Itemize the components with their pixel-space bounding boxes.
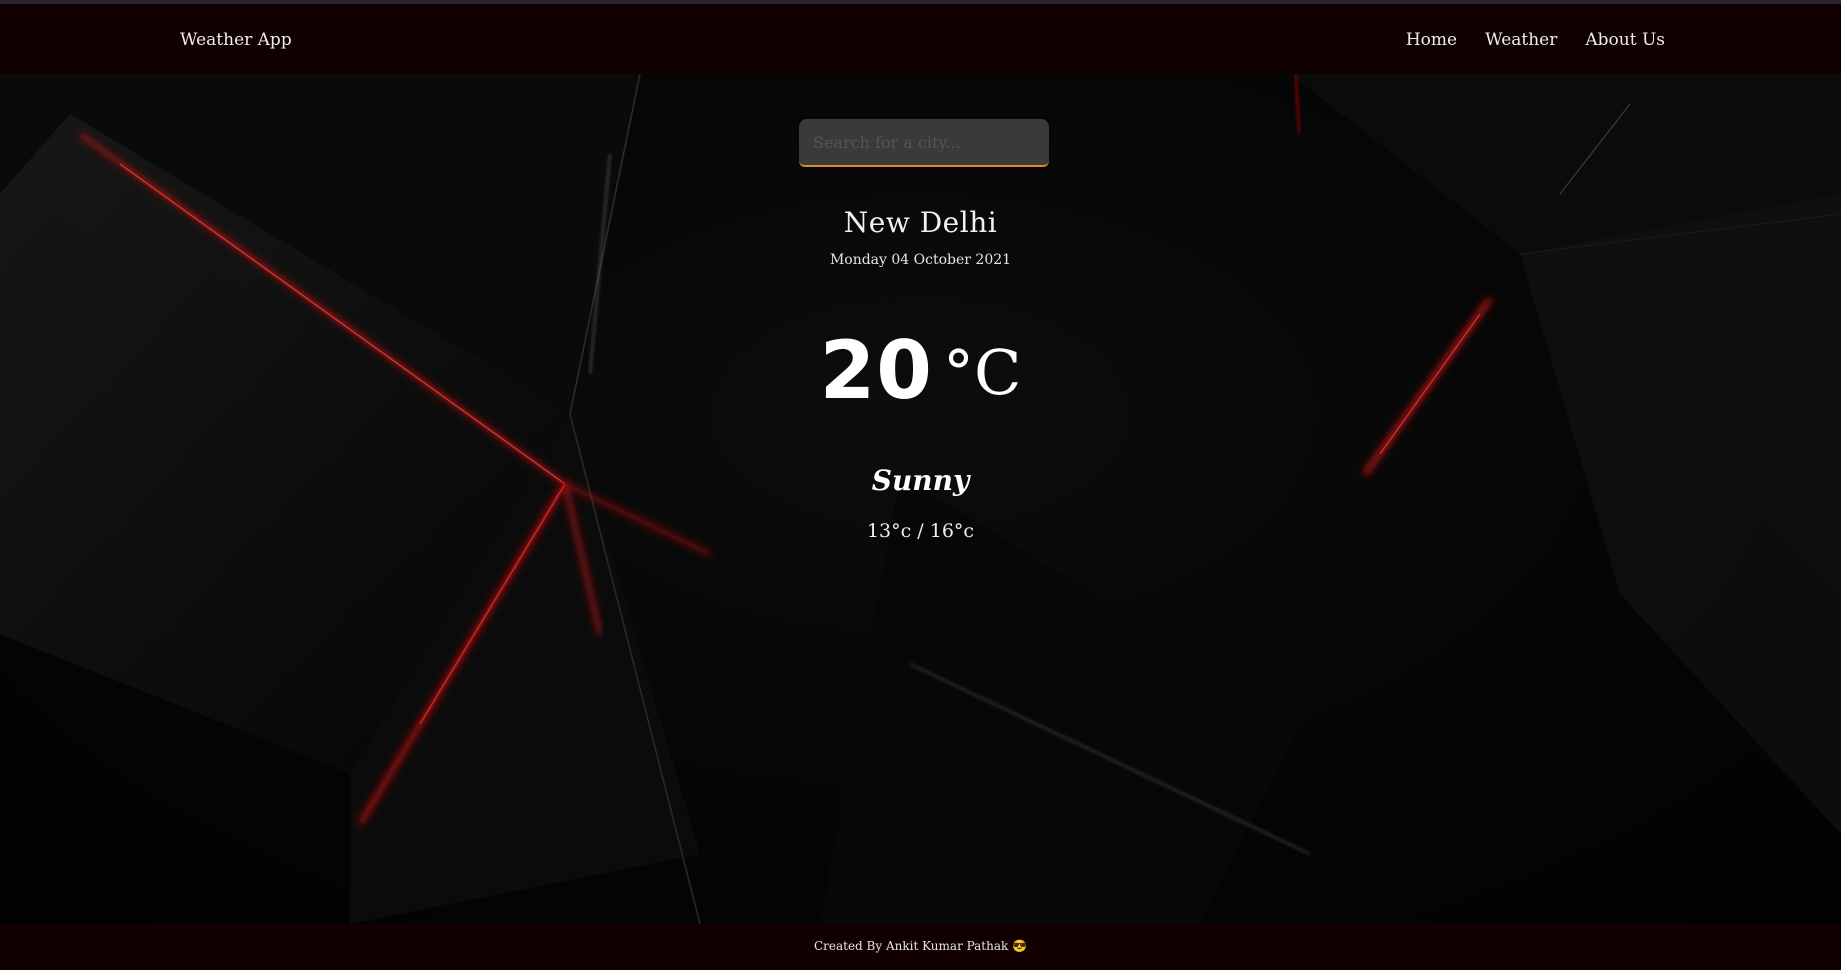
temperature-range: 13°c / 16°c (866, 520, 975, 542)
search-container (799, 119, 1049, 167)
temperature-value: 20 (819, 324, 933, 417)
city-name: New Delhi (843, 206, 998, 239)
nav-home-link[interactable]: Home (1406, 30, 1457, 50)
current-date: Monday 04 October 2021 (829, 252, 1012, 268)
navbar: Weather App Home Weather About Us (0, 4, 1841, 74)
background-artwork (0, 74, 1841, 924)
temperature-unit: °C (942, 336, 1022, 409)
temperature-display: 20 °C (0, 324, 1841, 417)
nav-links: Home Weather About Us (1406, 30, 1665, 50)
brand-link[interactable]: Weather App (180, 30, 292, 50)
city-search-input[interactable] (799, 119, 1049, 167)
footer-credit: Created By Ankit Kumar Pathak 😎 (813, 939, 1028, 953)
weather-stage: New Delhi Monday 04 October 2021 20 °C S… (0, 74, 1841, 924)
weather-condition: Sunny (871, 464, 970, 497)
nav-weather-link[interactable]: Weather (1485, 30, 1557, 50)
footer: Created By Ankit Kumar Pathak 😎 (0, 924, 1841, 970)
nav-about-link[interactable]: About Us (1585, 30, 1665, 50)
